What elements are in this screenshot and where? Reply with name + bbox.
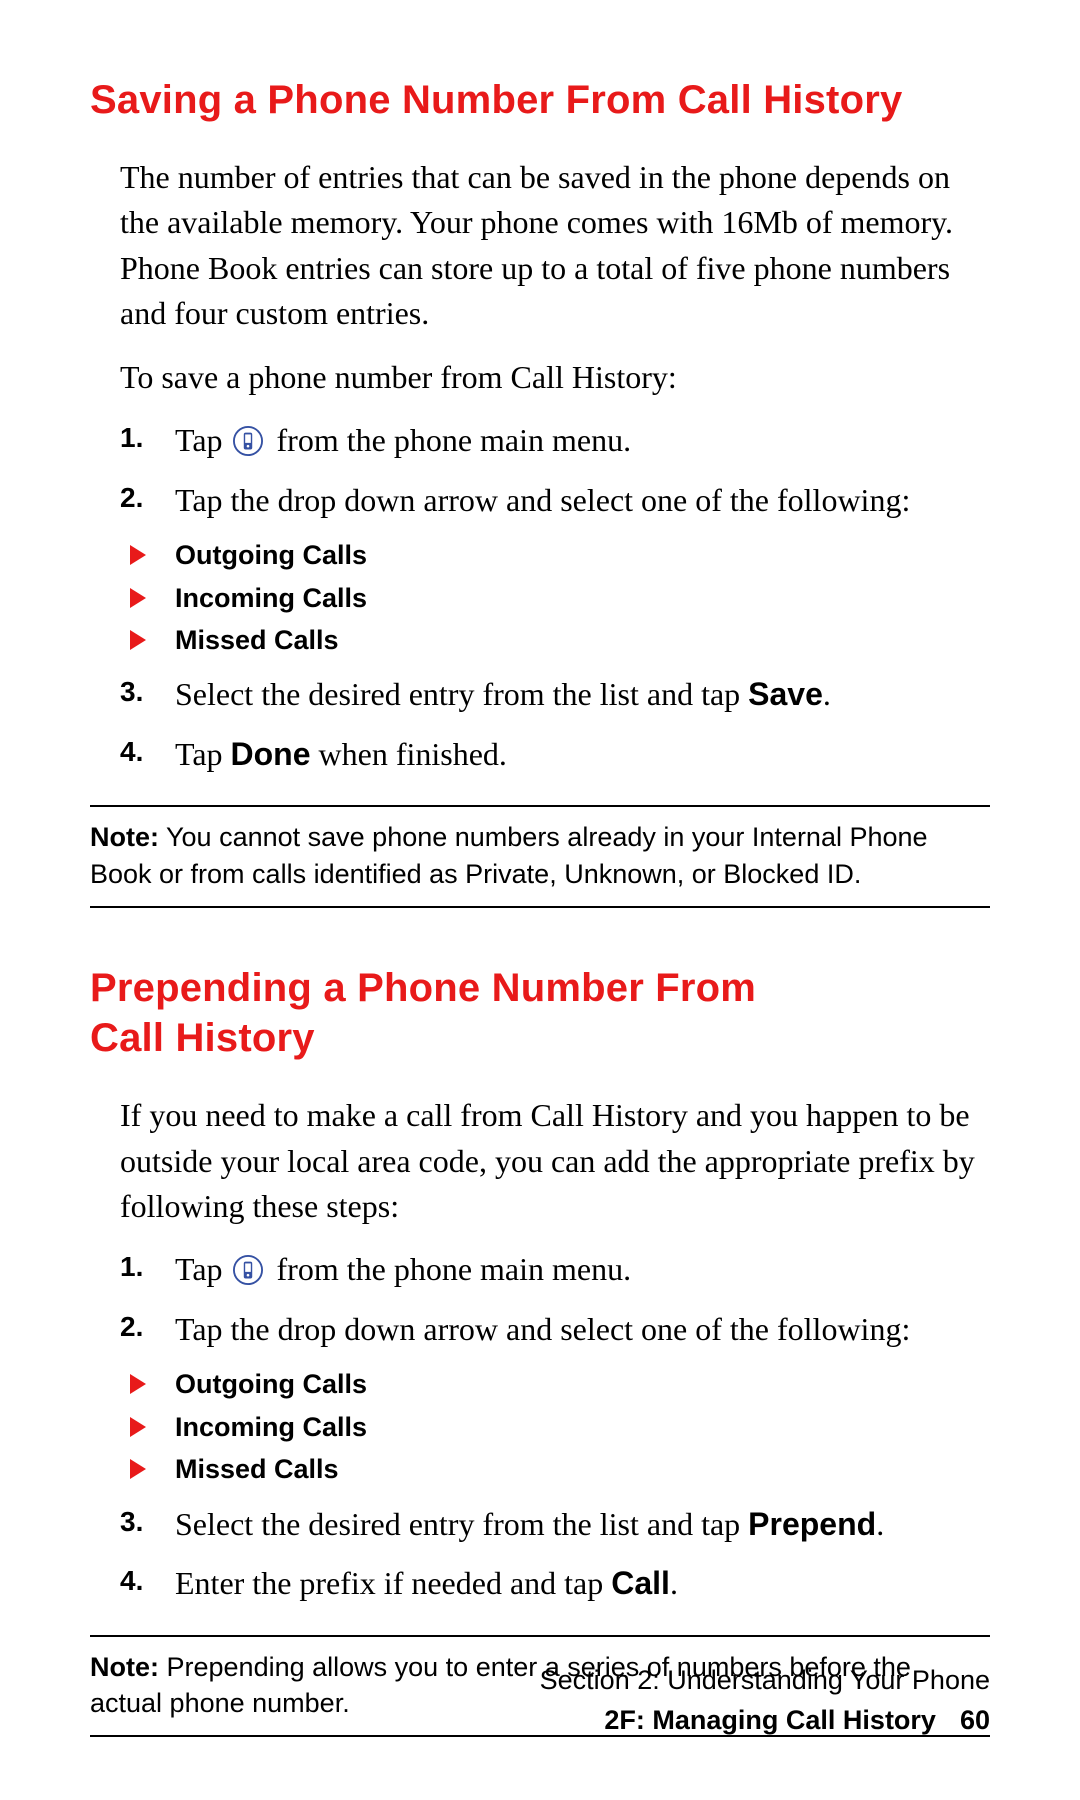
step-number: 4. [120, 732, 143, 772]
step-number: 1. [120, 1247, 143, 1287]
step3-text-a: Select the desired entry from the list a… [175, 676, 748, 712]
section1-bullets: Outgoing Calls Incoming Calls Missed Cal… [120, 537, 990, 658]
step3-text-b: . [876, 1506, 884, 1542]
step3-save-label: Save [748, 676, 823, 712]
section2-body: If you need to make a call from Call His… [90, 1093, 990, 1606]
step2-text: Tap the drop down arrow and select one o… [175, 1311, 910, 1347]
step-number: 1. [120, 418, 143, 458]
heading-prepending-number: Prepending a Phone Number From Call Hist… [90, 963, 990, 1063]
section1-intro-paragraph: The number of entries that can be saved … [120, 155, 990, 337]
note-text: You cannot save phone numbers already in… [90, 822, 928, 888]
step4-text-a: Enter the prefix if needed and tap [175, 1565, 611, 1601]
section1-steps: 1. Tap from the phone main menu. 2. Tap … [120, 418, 990, 523]
section2-step2: 2. Tap the drop down arrow and select on… [120, 1307, 990, 1352]
page-number: 60 [960, 1702, 990, 1740]
bullet-outgoing-calls: Outgoing Calls [120, 1366, 990, 1402]
step3-prepend-label: Prepend [748, 1506, 876, 1542]
bullet-incoming-calls: Incoming Calls [120, 1409, 990, 1445]
heading-saving-number: Saving a Phone Number From Call History [90, 75, 990, 125]
page: Saving a Phone Number From Call History … [0, 0, 1080, 1800]
bullet-missed-calls: Missed Calls [120, 1451, 990, 1487]
step-number: 3. [120, 1502, 143, 1542]
section2-intro-paragraph: If you need to make a call from Call His… [120, 1093, 990, 1229]
section1-step1: 1. Tap from the phone main menu. [120, 418, 990, 463]
section2-steps: 1. Tap from the phone main menu. 2. Tap … [120, 1247, 990, 1352]
step1-text-a: Tap [175, 422, 231, 458]
section1-lead-in: To save a phone number from Call History… [120, 355, 990, 400]
section1-step3: 3. Select the desired entry from the lis… [120, 672, 990, 717]
step1-text-b: from the phone main menu. [269, 422, 632, 458]
footer-subsection: 2F: Managing Call History 60 [540, 1702, 990, 1740]
section1-step2: 2. Tap the drop down arrow and select on… [120, 478, 990, 523]
step1-text-a: Tap [175, 1251, 231, 1287]
footer-subsection-label: 2F: Managing Call History [604, 1705, 936, 1735]
section2-step3: 3. Select the desired entry from the lis… [120, 1502, 990, 1547]
step1-text-b: from the phone main menu. [269, 1251, 632, 1287]
step4-text-b: when finished. [311, 736, 507, 772]
step-number: 2. [120, 1307, 143, 1347]
section1-note: Note: You cannot save phone numbers alre… [90, 805, 990, 908]
bullet-incoming-calls: Incoming Calls [120, 580, 990, 616]
step-number: 2. [120, 478, 143, 518]
page-footer: Section 2: Understanding Your Phone 2F: … [540, 1662, 990, 1740]
footer-section-title: Section 2: Understanding Your Phone [540, 1662, 990, 1700]
step-number: 3. [120, 672, 143, 712]
section2-step4: 4. Enter the prefix if needed and tap Ca… [120, 1561, 990, 1606]
step3-text-b: . [823, 676, 831, 712]
bullet-outgoing-calls: Outgoing Calls [120, 537, 990, 573]
phone-menu-icon [233, 1252, 263, 1282]
section2-steps-cont: 3. Select the desired entry from the lis… [120, 1502, 990, 1607]
step-number: 4. [120, 1561, 143, 1601]
section1-steps-cont: 3. Select the desired entry from the lis… [120, 672, 990, 777]
note-label: Note: [90, 822, 159, 852]
step4-call-label: Call [611, 1565, 670, 1601]
section1-body: The number of entries that can be saved … [90, 155, 990, 777]
step4-text-b: . [670, 1565, 678, 1601]
section2-step1: 1. Tap from the phone main menu. [120, 1247, 990, 1292]
step2-text: Tap the drop down arrow and select one o… [175, 482, 910, 518]
note-label: Note: [90, 1652, 159, 1682]
step4-done-label: Done [231, 736, 311, 772]
step3-text-a: Select the desired entry from the list a… [175, 1506, 748, 1542]
bullet-missed-calls: Missed Calls [120, 622, 990, 658]
section2-bullets: Outgoing Calls Incoming Calls Missed Cal… [120, 1366, 990, 1487]
section1-step4: 4. Tap Done when finished. [120, 732, 990, 777]
phone-menu-icon [233, 423, 263, 453]
step4-text-a: Tap [175, 736, 231, 772]
